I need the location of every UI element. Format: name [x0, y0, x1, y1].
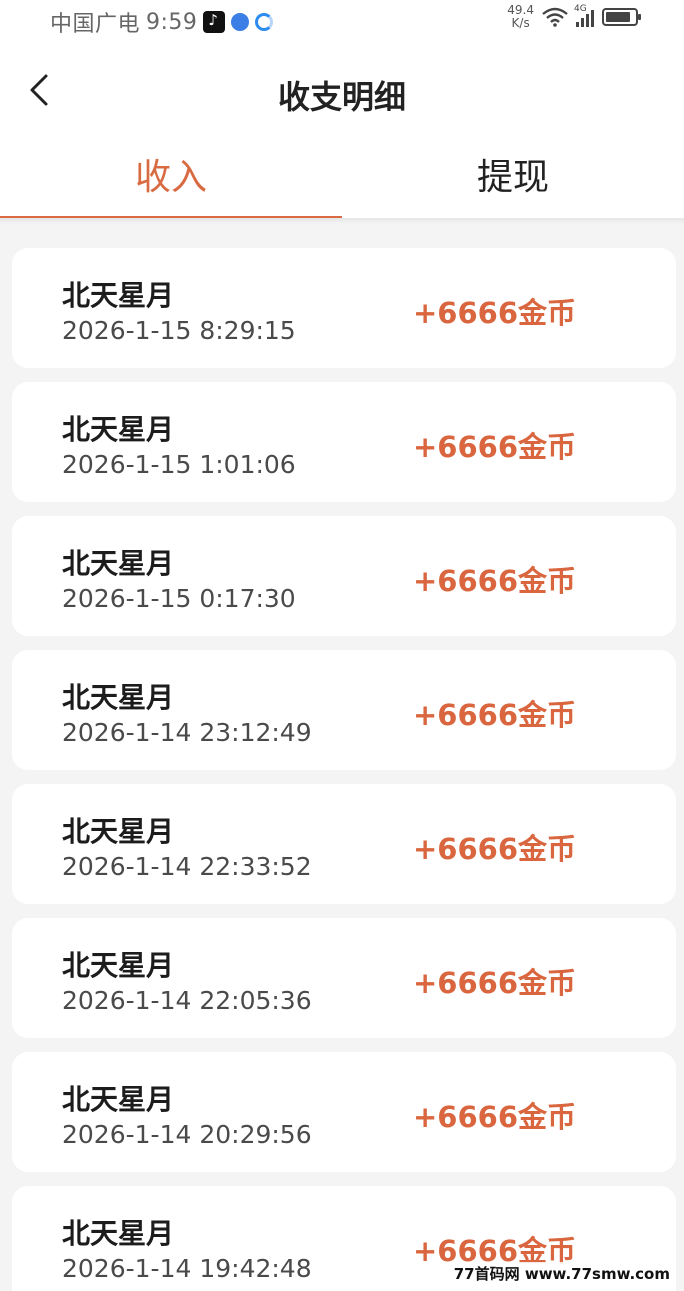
record-name: 北天星月 [62, 815, 175, 848]
ring-app-icon [255, 13, 274, 31]
record-name: 北天星月 [62, 1083, 175, 1116]
net-speed: 49.4 K/s [507, 4, 534, 30]
record-time: 2026-1-14 19:42:48 [62, 1254, 312, 1283]
record-amount: +6666金币 [412, 296, 576, 330]
record-amount: +6666金币 [412, 966, 576, 1000]
record-time: 2026-1-14 20:29:56 [62, 1120, 312, 1149]
top-section: 中国广电 9:59 49.4 K/s 4G [0, 0, 684, 222]
list-item[interactable]: 北天星月 2026-1-15 8:29:15 +6666金币 [12, 248, 676, 368]
list-item[interactable]: 北天星月 2026-1-15 0:17:30 +6666金币 [12, 516, 676, 636]
record-name: 北天星月 [62, 681, 175, 714]
tab-bar: 收入 提现 [0, 140, 684, 222]
watermark: 77首码网 www.77smw.com [449, 1262, 674, 1285]
net-speed-unit: K/s [511, 16, 530, 30]
carrier-name: 中国广电 [50, 12, 141, 37]
wifi-icon [542, 7, 568, 27]
status-right: 49.4 K/s 4G [507, 4, 641, 30]
signal-bar [581, 18, 584, 27]
record-time: 2026-1-14 22:05:36 [62, 986, 312, 1015]
battery-icon [602, 8, 641, 26]
record-time: 2026-1-15 1:01:06 [62, 450, 296, 479]
record-name: 北天星月 [62, 279, 175, 312]
list-item[interactable]: 北天星月 2026-1-14 22:33:52 +6666金币 [12, 784, 676, 904]
record-time: 2026-1-15 8:29:15 [62, 316, 296, 345]
tiktok-icon [203, 11, 226, 33]
records-list[interactable]: 北天星月 2026-1-15 8:29:15 +6666金币 北天星月 2026… [12, 248, 676, 1291]
record-name: 北天星月 [62, 949, 175, 982]
tab-withdraw[interactable]: 提现 [342, 140, 684, 222]
list-item[interactable]: 北天星月 2026-1-14 20:29:56 +6666金币 [12, 1052, 676, 1172]
record-name: 北天星月 [62, 547, 175, 580]
record-amount: +6666金币 [412, 430, 576, 464]
status-left: 中国广电 9:59 [50, 6, 274, 38]
record-name: 北天星月 [62, 413, 175, 446]
list-item[interactable]: 北天星月 2026-1-15 1:01:06 +6666金币 [12, 382, 676, 502]
signal-bar [586, 14, 589, 27]
clock: 9:59 [146, 9, 198, 35]
tabs-divider [0, 218, 684, 224]
record-amount: +6666金币 [412, 832, 576, 866]
record-time: 2026-1-14 23:12:49 [62, 718, 312, 747]
status-bar: 中国广电 9:59 49.4 K/s 4G [0, 0, 684, 40]
page-title: 收支明细 [277, 78, 406, 116]
tab-income[interactable]: 收入 [0, 140, 342, 222]
record-amount: +6666金币 [412, 698, 576, 732]
network-type: 4G [574, 4, 587, 14]
header: 收支明细 [0, 60, 684, 124]
record-amount: +6666金币 [412, 1100, 576, 1134]
signal-bar [591, 10, 594, 27]
record-time: 2026-1-14 22:33:52 [62, 852, 312, 881]
browser-icon [231, 13, 250, 31]
record-name: 北天星月 [62, 1217, 175, 1250]
list-item[interactable]: 北天星月 2026-1-14 22:05:36 +6666金币 [12, 918, 676, 1038]
signal-bar [576, 22, 579, 27]
battery-fill [606, 12, 630, 22]
record-amount: +6666金币 [412, 564, 576, 598]
record-time: 2026-1-15 0:17:30 [62, 584, 296, 613]
list-item[interactable]: 北天星月 2026-1-14 23:12:49 +6666金币 [12, 650, 676, 770]
page: 中国广电 9:59 49.4 K/s 4G [0, 0, 684, 1291]
signal-icon: 4G [574, 4, 594, 27]
